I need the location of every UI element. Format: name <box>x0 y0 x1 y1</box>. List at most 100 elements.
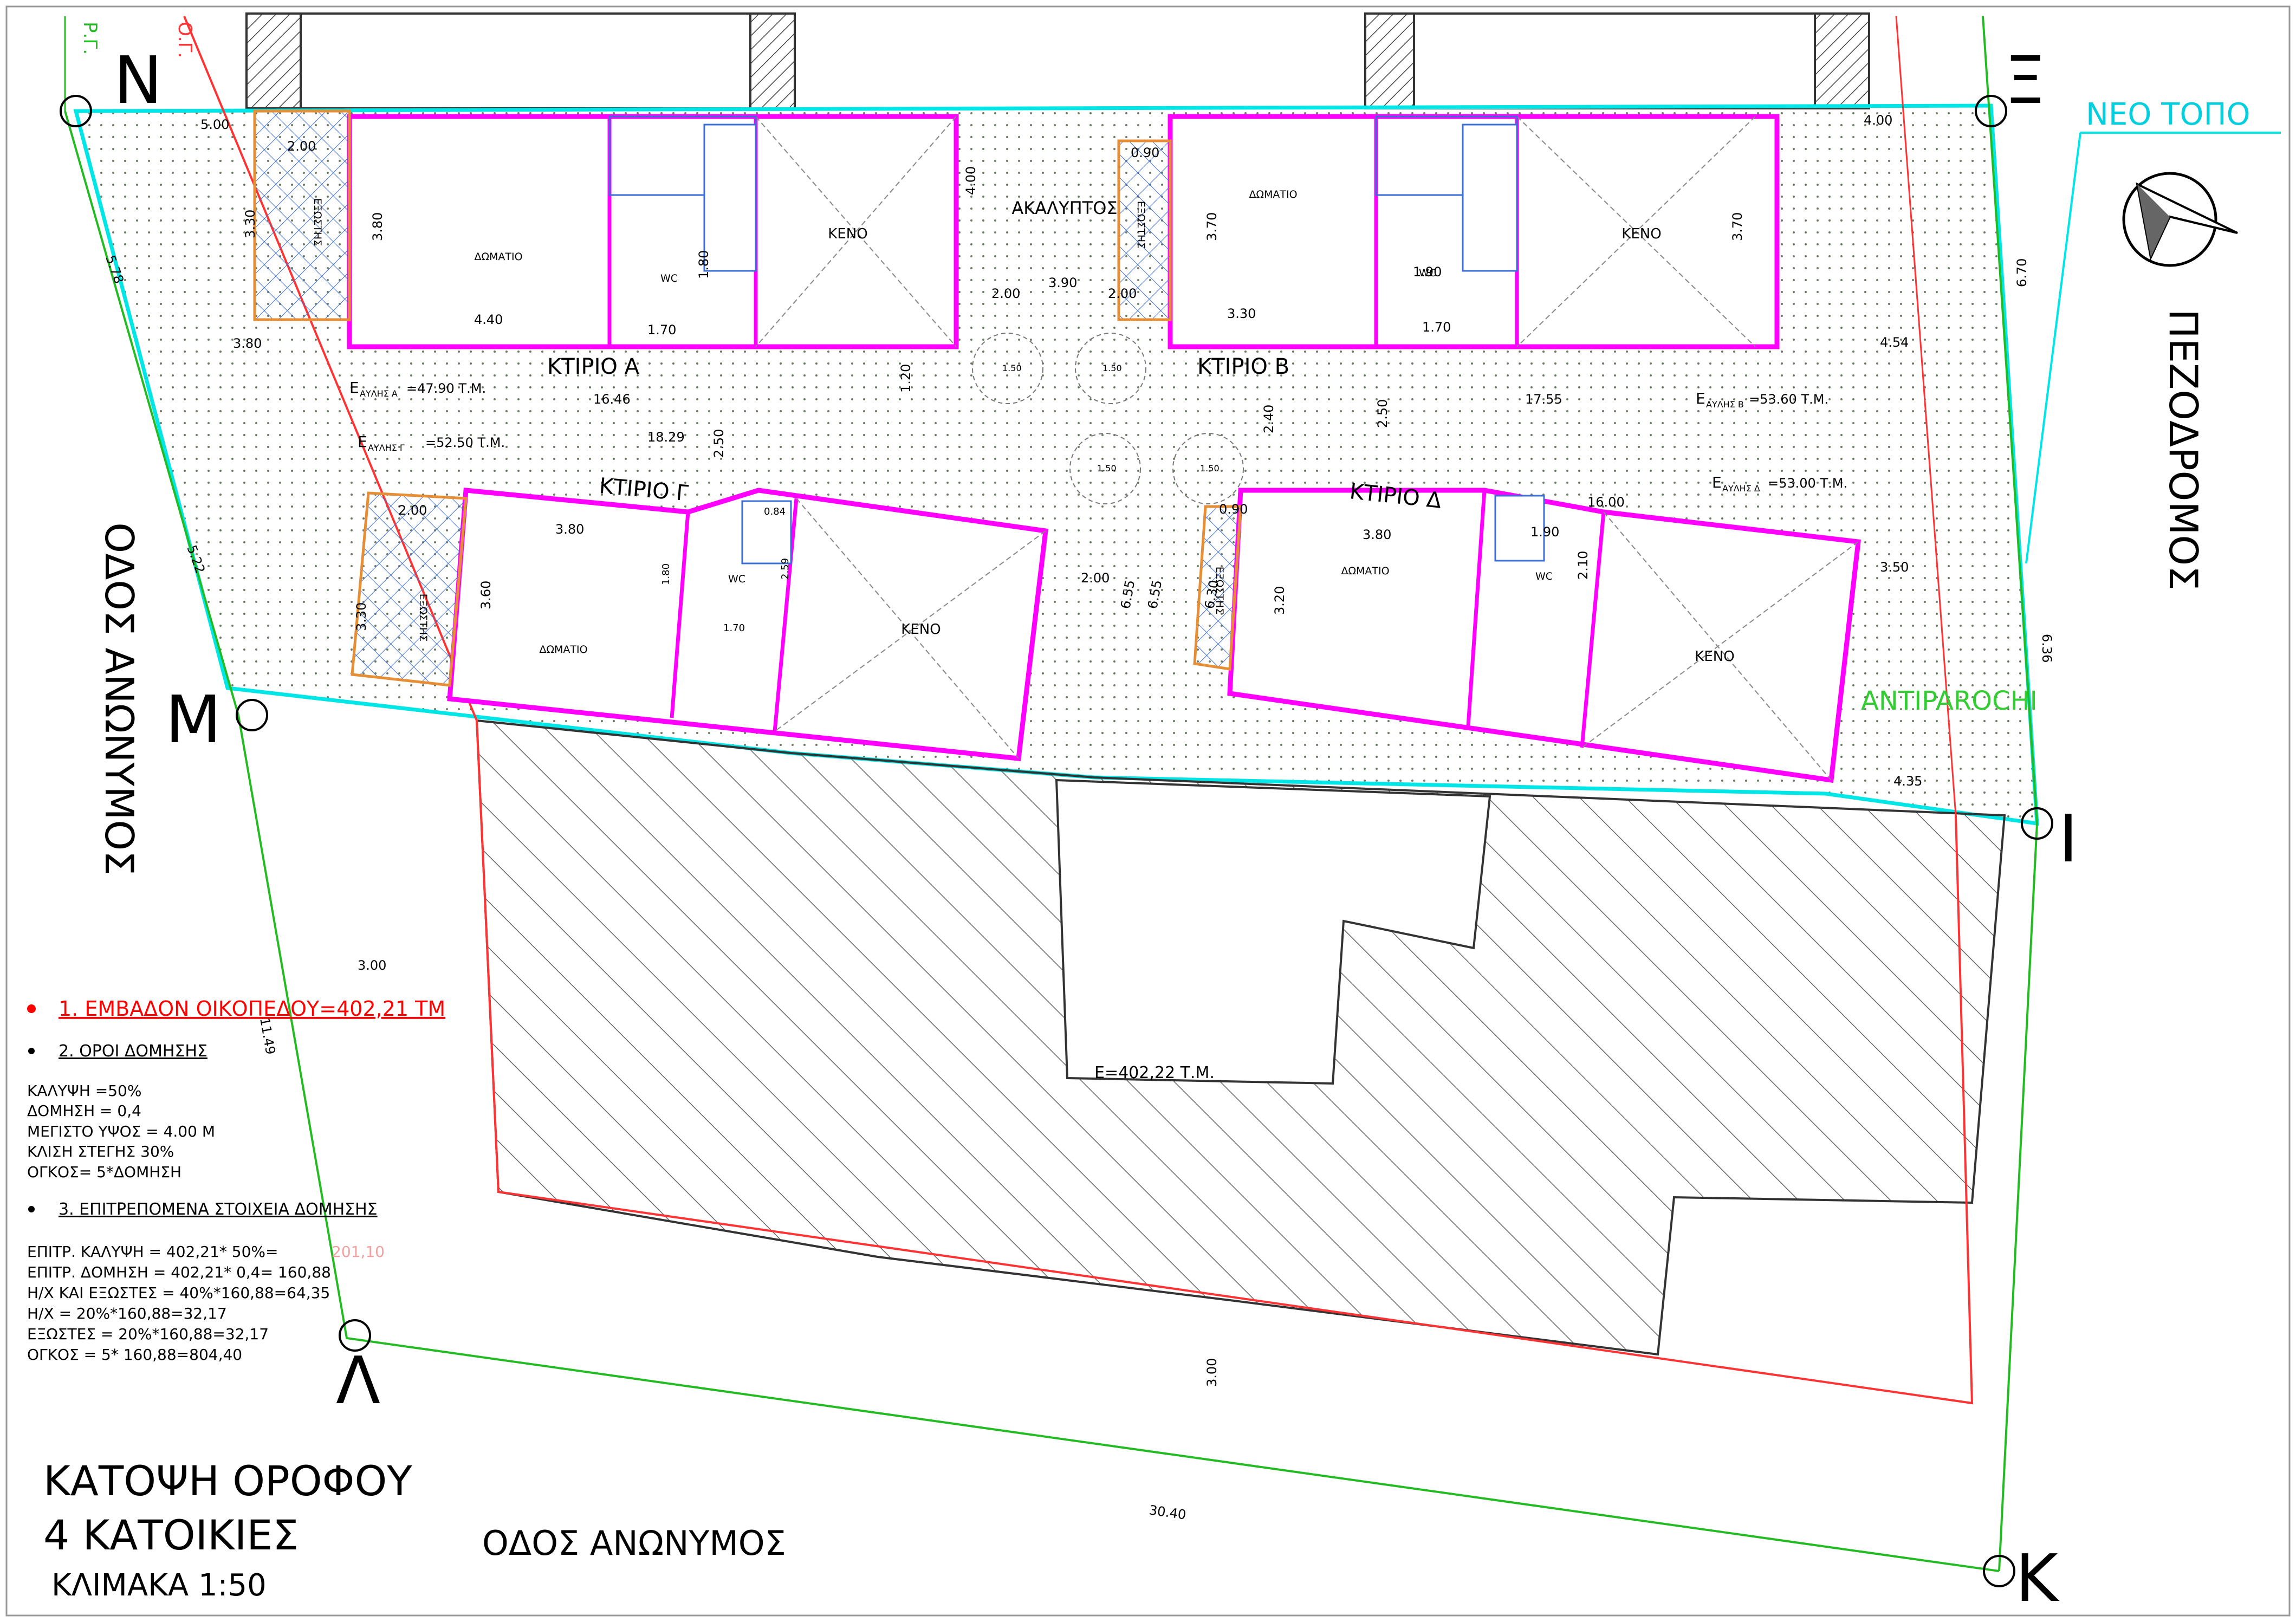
svg-text:6.70: 6.70 <box>2014 258 2029 287</box>
svg-text:ΕΠΙΤΡ. ΚΑΛΥΨΗ = 402,21* 50%=: ΕΠΙΤΡ. ΚΑΛΥΨΗ = 402,21* 50%= <box>27 1243 278 1261</box>
svg-text:4.35: 4.35 <box>1893 774 1922 789</box>
rg-line-label: Ρ.Γ. <box>79 22 101 55</box>
svg-text:4.00: 4.00 <box>1864 113 1892 128</box>
corner-label-n: N <box>114 43 163 119</box>
building-b-title: ΚΤΙΡΙΟ Β <box>1197 354 1289 379</box>
svg-text:1.50: 1.50 <box>1002 363 1022 373</box>
room-wc-g: WC <box>728 573 745 585</box>
svg-text:=53.00 Τ.Μ.: =53.00 Τ.Μ. <box>1768 476 1847 491</box>
svg-text:16.00: 16.00 <box>1587 495 1625 510</box>
svg-text:1.80: 1.80 <box>696 250 711 279</box>
svg-text:ΜΕΓΙΣΤΟ ΥΨΟΣ = 4.00 Μ: ΜΕΓΙΣΤΟ ΥΨΟΣ = 4.00 Μ <box>27 1123 215 1140</box>
svg-text:Ε: Ε <box>1696 390 1705 407</box>
svg-text:3.30: 3.30 <box>354 602 369 631</box>
neighbour-buildings <box>245 12 1870 109</box>
note-building-terms: 2. ΟΡΟΙ ΔΟΜΗΣΗΣ <box>59 1042 207 1061</box>
svg-text:Η/Χ = 20%*160,88=32,17: Η/Χ = 20%*160,88=32,17 <box>27 1305 227 1322</box>
svg-text:4.54: 4.54 <box>1880 335 1909 350</box>
svg-text:1.70: 1.70 <box>647 322 676 338</box>
svg-text:1.70: 1.70 <box>1422 320 1451 335</box>
svg-text:3.70: 3.70 <box>1730 212 1745 241</box>
svg-text:2.59: 2.59 <box>780 558 791 580</box>
svg-text:2.00: 2.00 <box>398 503 427 518</box>
room-wc-a: WC <box>660 273 678 284</box>
svg-text:11.49: 11.49 <box>257 1016 278 1056</box>
svg-text:3.80: 3.80 <box>1363 527 1391 542</box>
svg-text:Ε: Ε <box>358 433 367 451</box>
north-arrow-icon <box>2122 172 2238 267</box>
svg-text:1.90: 1.90 <box>1530 524 1559 540</box>
note-plot-area: 1. ΕΜΒΑΔΟΝ ΟΙΚΟΠΕΔΟΥ=402,21 ΤΜ <box>59 997 445 1021</box>
building-terms-notes: 1. ΕΜΒΑΔΟΝ ΟΙΚΟΠΕΔΟΥ=402,21 ΤΜ 2. ΟΡΟΙ Δ… <box>27 997 445 1364</box>
note-permitted: 3. ΕΠΙΤΡΕΠΟΜΕΝΑ ΣΤΟΙΧΕΙΑ ΔΟΜΗΣΗΣ <box>59 1200 378 1219</box>
svg-text:2.10: 2.10 <box>1575 551 1591 580</box>
antiparochi-label: ANTIPAROCHI <box>1861 686 2038 716</box>
svg-text:1.80: 1.80 <box>660 563 672 585</box>
svg-text:1.70: 1.70 <box>723 622 745 634</box>
svg-text:3.70: 3.70 <box>1204 212 1220 241</box>
room-bedroom-g: ΔΩΜΑΤΙΟ <box>539 644 587 656</box>
street-bottom: ΟΔΟΣ ΑΝΩΝΥΜΟΣ <box>482 1523 786 1563</box>
building-a-title: ΚΤΙΡΙΟ Α <box>547 354 640 379</box>
svg-text:1.20: 1.20 <box>898 364 913 393</box>
svg-text:2.00: 2.00 <box>287 139 316 154</box>
room-balcony-a: ΕΞΩΣΤΗΣ <box>312 198 323 246</box>
svg-text:3.50: 3.50 <box>1880 560 1909 575</box>
room-balcony-g: ΕΞΩΣΤΗΣ <box>417 594 429 641</box>
svg-text:0.90: 0.90 <box>1219 502 1248 517</box>
svg-text:ΔΟΜΗΣΗ = 0,4: ΔΟΜΗΣΗ = 0,4 <box>27 1102 141 1120</box>
corner-label-m: Μ <box>165 683 222 758</box>
room-open-space: ΑΚΑΛΥΠΤΟΣ <box>1011 198 1117 218</box>
room-wc-d: WC <box>1535 570 1553 582</box>
plot-area-label: Ε=402,22 Τ.Μ. <box>1094 1063 1215 1082</box>
site-plan-drawing: N Ξ Μ Ι Λ Κ Ρ.Γ. Ο.Γ. ΟΔΟΣ ΑΝΩΝΥΜΟΣ ΟΔΟΣ… <box>5 5 2291 1617</box>
svg-text:3.20: 3.20 <box>1272 586 1287 615</box>
svg-text:30.40: 30.40 <box>1148 1502 1187 1522</box>
svg-text:ΑΥΛΗΣ Γ: ΑΥΛΗΣ Γ <box>368 443 405 453</box>
svg-text:16.46: 16.46 <box>593 392 631 407</box>
svg-text:18.29: 18.29 <box>647 430 685 445</box>
building-g <box>351 488 1048 761</box>
svg-text:4.40: 4.40 <box>474 312 503 327</box>
svg-text:17.55: 17.55 <box>1525 392 1562 407</box>
street-left: ΟΔΟΣ ΑΝΩΝΥΜΟΣ <box>96 522 142 875</box>
room-void-a: ΚΕΝΟ <box>828 226 867 242</box>
svg-text:2.00: 2.00 <box>1081 570 1110 586</box>
svg-text:1.50: 1.50 <box>1200 463 1220 473</box>
corner-label-i: Ι <box>2059 802 2078 877</box>
corner-label-xi: Ξ <box>2005 43 2046 119</box>
svg-text:ΑΥΛΗΣ Α: ΑΥΛΗΣ Α <box>360 388 398 399</box>
svg-text:ΟΓΚΟΣ= 5*ΔΟΜΗΣΗ: ΟΓΚΟΣ= 5*ΔΟΜΗΣΗ <box>27 1163 181 1181</box>
svg-text:3.30: 3.30 <box>243 210 258 238</box>
svg-text:Ε: Ε <box>349 379 359 397</box>
svg-text:Η/Χ ΚΑΙ ΕΞΩΣΤΕΣ = 40%*160,88=6: Η/Χ ΚΑΙ ΕΞΩΣΤΕΣ = 40%*160,88=64,35 <box>27 1284 330 1302</box>
svg-text:=52.50 Τ.Μ.: =52.50 Τ.Μ. <box>425 435 505 450</box>
og-line-label: Ο.Γ. <box>174 22 196 58</box>
svg-text:2.50: 2.50 <box>711 429 727 458</box>
svg-text:2.50: 2.50 <box>1375 399 1390 428</box>
corner-label-l: Λ <box>336 1344 380 1419</box>
svg-text:2.00: 2.00 <box>1108 286 1137 301</box>
svg-text:3.80: 3.80 <box>555 522 584 537</box>
room-bedroom-a: ΔΩΜΑΤΙΟ <box>474 251 522 263</box>
svg-text:ΟΓΚΟΣ = 5* 160,88=804,40: ΟΓΚΟΣ = 5* 160,88=804,40 <box>27 1346 242 1364</box>
neo-topo-label: ΝΕΟ ΤΟΠΟ <box>2086 97 2250 132</box>
room-void-b: ΚΕΝΟ <box>1622 226 1661 242</box>
svg-text:0.84: 0.84 <box>764 506 786 517</box>
svg-text:3.80: 3.80 <box>370 212 385 241</box>
svg-text:3.80: 3.80 <box>233 336 262 351</box>
svg-text:6.36: 6.36 <box>2039 634 2054 663</box>
svg-text:1.90: 1.90 <box>1413 264 1442 280</box>
svg-text:3.30: 3.30 <box>1227 306 1256 321</box>
drawing-scale: ΚΛΙΜΑΚΑ 1:50 <box>51 1568 267 1603</box>
svg-text:ΕΞΩΣΤΕΣ = 20%*160,88=32,17: ΕΞΩΣΤΕΣ = 20%*160,88=32,17 <box>27 1325 269 1343</box>
room-void-g: ΚΕΝΟ <box>901 621 941 638</box>
svg-text:201,10: 201,10 <box>332 1243 385 1261</box>
street-right: ΠΕΖΟΔΡΟΜΟΣ <box>2161 309 2206 590</box>
svg-text:3.60: 3.60 <box>478 581 494 609</box>
svg-text:1.50: 1.50 <box>1097 463 1117 473</box>
svg-text:1.50: 1.50 <box>1102 363 1122 373</box>
corner-label-k: Κ <box>2015 1541 2060 1617</box>
svg-text:ΕΠΙΤΡ. ΔΟΜΗΣΗ = 402,21* 0,4= 1: ΕΠΙΤΡ. ΔΟΜΗΣΗ = 402,21* 0,4= 160,88 <box>27 1263 331 1281</box>
svg-text:0.90: 0.90 <box>1131 145 1159 160</box>
